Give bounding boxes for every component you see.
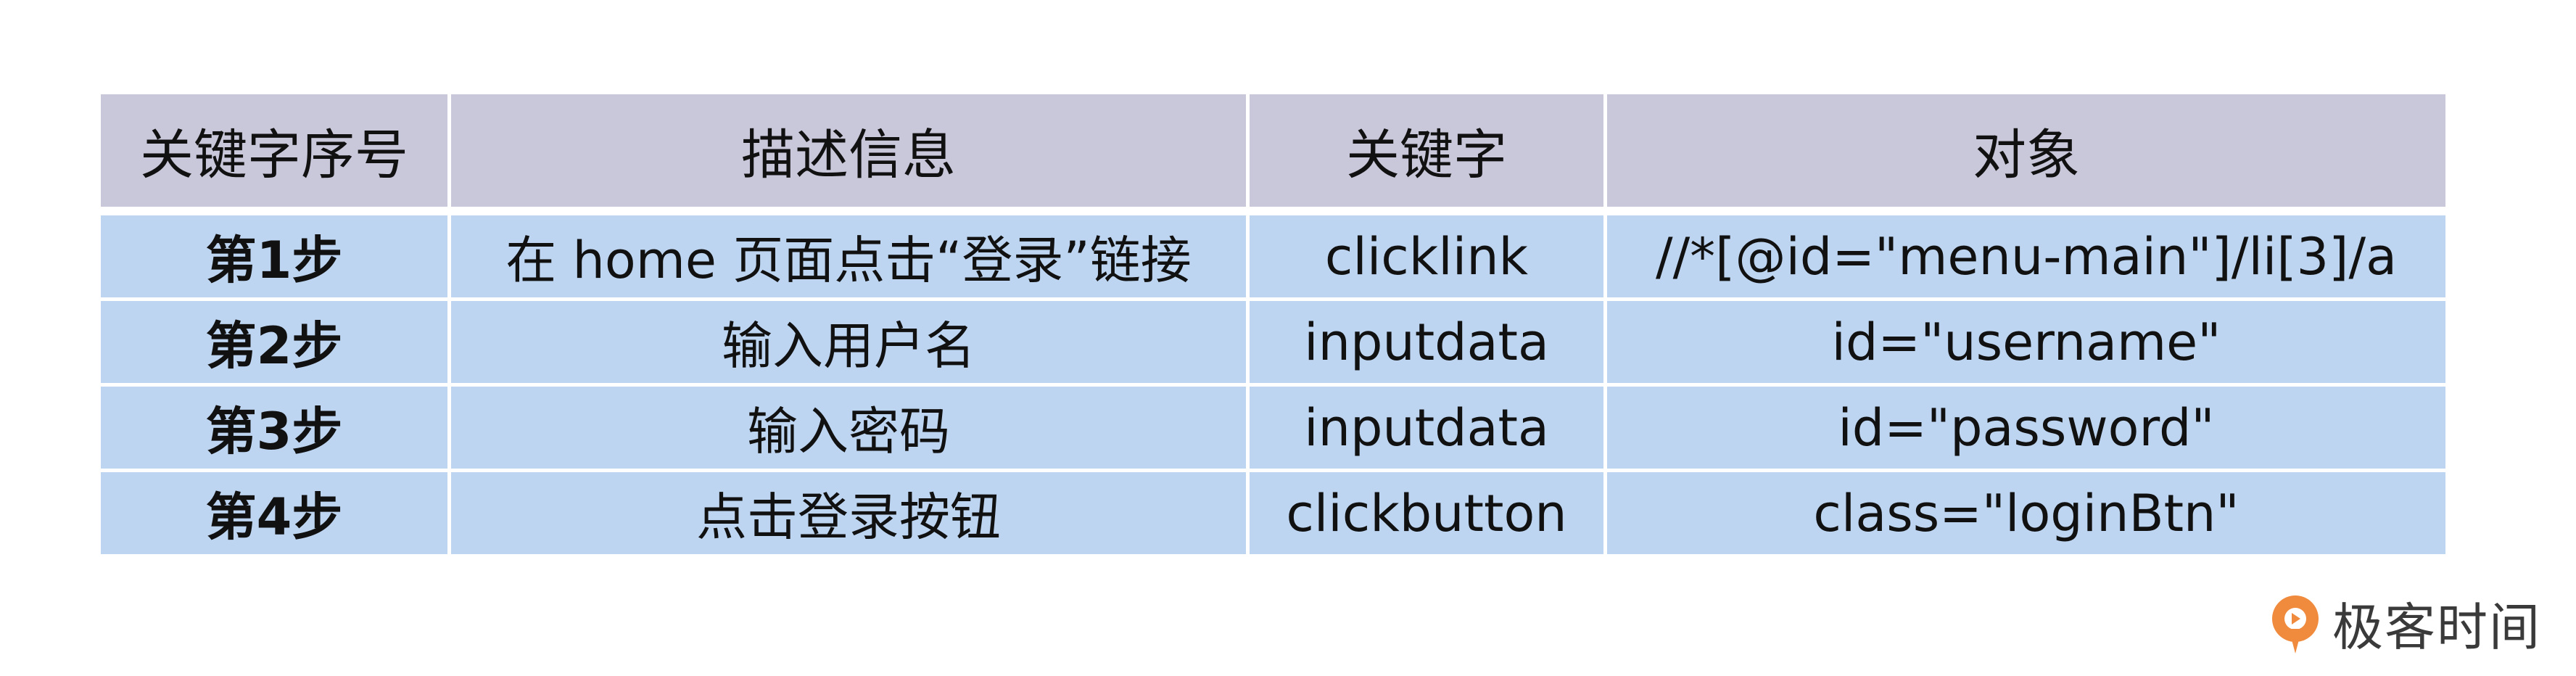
object-cell: class="loginBtn" <box>1603 469 2449 558</box>
header-step-no: 关键字序号 <box>97 91 451 213</box>
object-cell: id="password" <box>1603 383 2449 472</box>
description-cell: 输入密码 <box>447 383 1250 472</box>
watermark-logo: 极客时间 <box>2267 587 2541 660</box>
table-row: 第2步 输入用户名 inputdata id="username" <box>97 297 2449 387</box>
keyword-cell: clickbutton <box>1246 469 1607 558</box>
header-object: 对象 <box>1603 91 2449 213</box>
header-description: 描述信息 <box>447 91 1250 213</box>
object-cell: //*[@id="menu-main"]/li[3]/a <box>1603 207 2449 301</box>
table-row: 第4步 点击登录按钮 clickbutton class="loginBtn" <box>97 469 2449 558</box>
step-cell: 第3步 <box>97 383 451 472</box>
step-cell: 第4步 <box>97 469 451 558</box>
description-cell: 输入用户名 <box>447 297 1250 387</box>
table-header-row: 关键字序号 描述信息 关键字 对象 <box>97 91 2449 213</box>
watermark-text: 极客时间 <box>2332 598 2541 657</box>
description-cell: 点击登录按钮 <box>447 469 1250 558</box>
keyword-cell: inputdata <box>1246 297 1607 387</box>
geektime-logo-icon <box>2272 595 2319 654</box>
object-cell: id="username" <box>1603 297 2449 387</box>
step-cell: 第2步 <box>97 297 451 387</box>
table-row: 第3步 输入密码 inputdata id="password" <box>97 383 2449 472</box>
header-keyword: 关键字 <box>1246 91 1607 213</box>
table-row: 第1步 在 home 页面点击“登录”链接 clicklink //*[@id=… <box>97 207 2449 301</box>
keyword-cell: clicklink <box>1246 207 1607 301</box>
description-cell: 在 home 页面点击“登录”链接 <box>447 207 1250 301</box>
keyword-cell: inputdata <box>1246 383 1607 472</box>
keyword-table: 关键字序号 描述信息 关键字 对象 第1步 在 home 页面点击“登录”链接 … <box>97 91 2449 558</box>
step-cell: 第1步 <box>97 207 451 301</box>
